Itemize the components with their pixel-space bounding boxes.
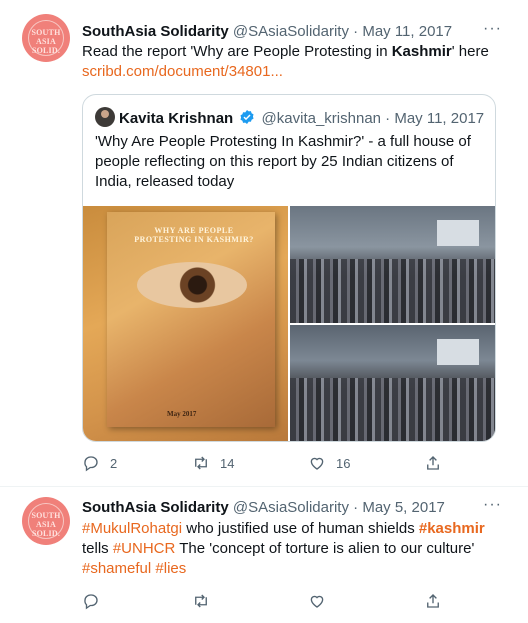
more-options-icon[interactable]: ··· bbox=[483, 496, 502, 514]
tweet-text-part: who justified use of human shields bbox=[182, 520, 419, 537]
share-button[interactable] bbox=[424, 453, 452, 473]
verified-badge-icon bbox=[240, 110, 254, 124]
tweet-text-part: ' here bbox=[451, 43, 489, 60]
quoted-tweet-header: Kavita Krishnan @kavita_krishnan · May 1… bbox=[95, 107, 484, 129]
share-icon bbox=[427, 594, 439, 608]
tweet-text-part: tells bbox=[82, 540, 113, 557]
projector-screen bbox=[437, 220, 479, 246]
retweet-button[interactable] bbox=[192, 591, 220, 611]
quoted-tweet-text: 'Why Are People Protesting In Kashmir?' … bbox=[95, 133, 471, 190]
separator: · bbox=[385, 110, 391, 127]
like-button[interactable] bbox=[308, 591, 336, 611]
retweet-icon bbox=[195, 594, 207, 608]
author-name[interactable]: SouthAsia Solidarity bbox=[82, 499, 229, 516]
tweet-link[interactable]: scribd.com/document/34801... bbox=[82, 63, 283, 80]
like-count: 16 bbox=[336, 455, 351, 471]
like-button[interactable]: 16 bbox=[308, 453, 350, 473]
projector-screen bbox=[437, 339, 479, 365]
reply-button[interactable] bbox=[82, 591, 110, 611]
quoted-avatar[interactable] bbox=[95, 107, 115, 127]
author-name[interactable]: SouthAsia Solidarity bbox=[82, 23, 229, 40]
crowd bbox=[290, 258, 495, 323]
tweet-text-highlight: Kashmir bbox=[391, 43, 452, 60]
quoted-tweet[interactable]: Kavita Krishnan @kavita_krishnan · May 1… bbox=[82, 94, 496, 442]
quoted-author-handle[interactable]: @kavita_krishnan bbox=[262, 110, 381, 127]
separator: · bbox=[353, 23, 359, 40]
tweet[interactable]: SOUTH ASIA SOLID. SouthAsia Solidarity @SA… bbox=[0, 0, 528, 487]
book-cover: WHY ARE PEOPLE PROTESTING IN KASHMIR? Ma… bbox=[107, 212, 275, 427]
author-handle[interactable]: @SAsiaSolidarity bbox=[233, 23, 349, 40]
hashtag-link[interactable]: #UNHCR bbox=[113, 540, 176, 557]
avatar-logo-text: SOUTH ASIA SOLID. bbox=[31, 28, 61, 55]
tweet-actions: 2 14 16 bbox=[82, 453, 462, 473]
media-image-report-cover[interactable]: WHY ARE PEOPLE PROTESTING IN KASHMIR? Ma… bbox=[83, 206, 288, 441]
media-image-audience-1[interactable] bbox=[290, 206, 495, 323]
heart-icon bbox=[310, 595, 324, 608]
share-icon bbox=[427, 456, 439, 470]
tweet-text: Read the report 'Why are People Protesti… bbox=[82, 42, 502, 82]
tweet-date[interactable]: May 11, 2017 bbox=[362, 23, 452, 40]
quoted-author-name[interactable]: Kavita Krishnan bbox=[119, 110, 233, 127]
tweet-text-part: Read the report 'Why are People Protesti… bbox=[82, 43, 392, 60]
book-title: WHY ARE PEOPLE PROTESTING IN KASHMIR? bbox=[134, 226, 254, 244]
reply-icon bbox=[84, 594, 98, 610]
tweet-header: SouthAsia Solidarity @SAsiaSolidarity · … bbox=[82, 498, 445, 518]
hashtag-link[interactable]: #lies bbox=[155, 560, 186, 577]
author-handle[interactable]: @SAsiaSolidarity bbox=[233, 499, 349, 516]
tweet-text: #MukulRohatgi who justified use of human… bbox=[82, 519, 492, 579]
retweet-count: 14 bbox=[220, 455, 235, 471]
heart-icon bbox=[310, 457, 324, 470]
hashtag-link[interactable]: #MukulRohatgi bbox=[82, 520, 182, 537]
media-grid: WHY ARE PEOPLE PROTESTING IN KASHMIR? Ma… bbox=[83, 206, 495, 441]
reply-count: 2 bbox=[110, 455, 118, 471]
share-button[interactable] bbox=[424, 591, 452, 611]
quoted-tweet-date[interactable]: May 11, 2017 bbox=[394, 110, 484, 127]
more-options-icon[interactable]: ··· bbox=[483, 20, 502, 38]
retweet-button[interactable]: 14 bbox=[192, 453, 234, 473]
retweet-icon bbox=[195, 456, 207, 470]
tweet-actions bbox=[82, 591, 462, 611]
tweet-text-part: The 'concept of torture is alien to our … bbox=[175, 540, 475, 557]
tweet-date[interactable]: May 5, 2017 bbox=[362, 499, 445, 516]
tweet-header: SouthAsia Solidarity @SAsiaSolidarity · … bbox=[82, 22, 452, 42]
separator: · bbox=[353, 499, 359, 516]
hashtag-link[interactable]: #kashmir bbox=[419, 520, 485, 537]
hashtag-link[interactable]: #shameful bbox=[82, 560, 151, 577]
crowd bbox=[290, 378, 495, 441]
avatar-logo-text: SOUTH ASIA SOLID. bbox=[31, 511, 61, 538]
eye-illustration bbox=[137, 262, 247, 308]
media-image-audience-2[interactable] bbox=[290, 325, 495, 441]
reply-button[interactable]: 2 bbox=[82, 453, 117, 473]
reply-icon bbox=[84, 456, 98, 472]
avatar[interactable]: SOUTH ASIA SOLID. bbox=[22, 497, 70, 545]
tweet[interactable]: SOUTH ASIA SOLID. SouthAsia Solidarity @SA… bbox=[0, 487, 528, 623]
book-date: May 2017 bbox=[167, 410, 197, 418]
avatar[interactable]: SOUTH ASIA SOLID. bbox=[22, 14, 70, 62]
